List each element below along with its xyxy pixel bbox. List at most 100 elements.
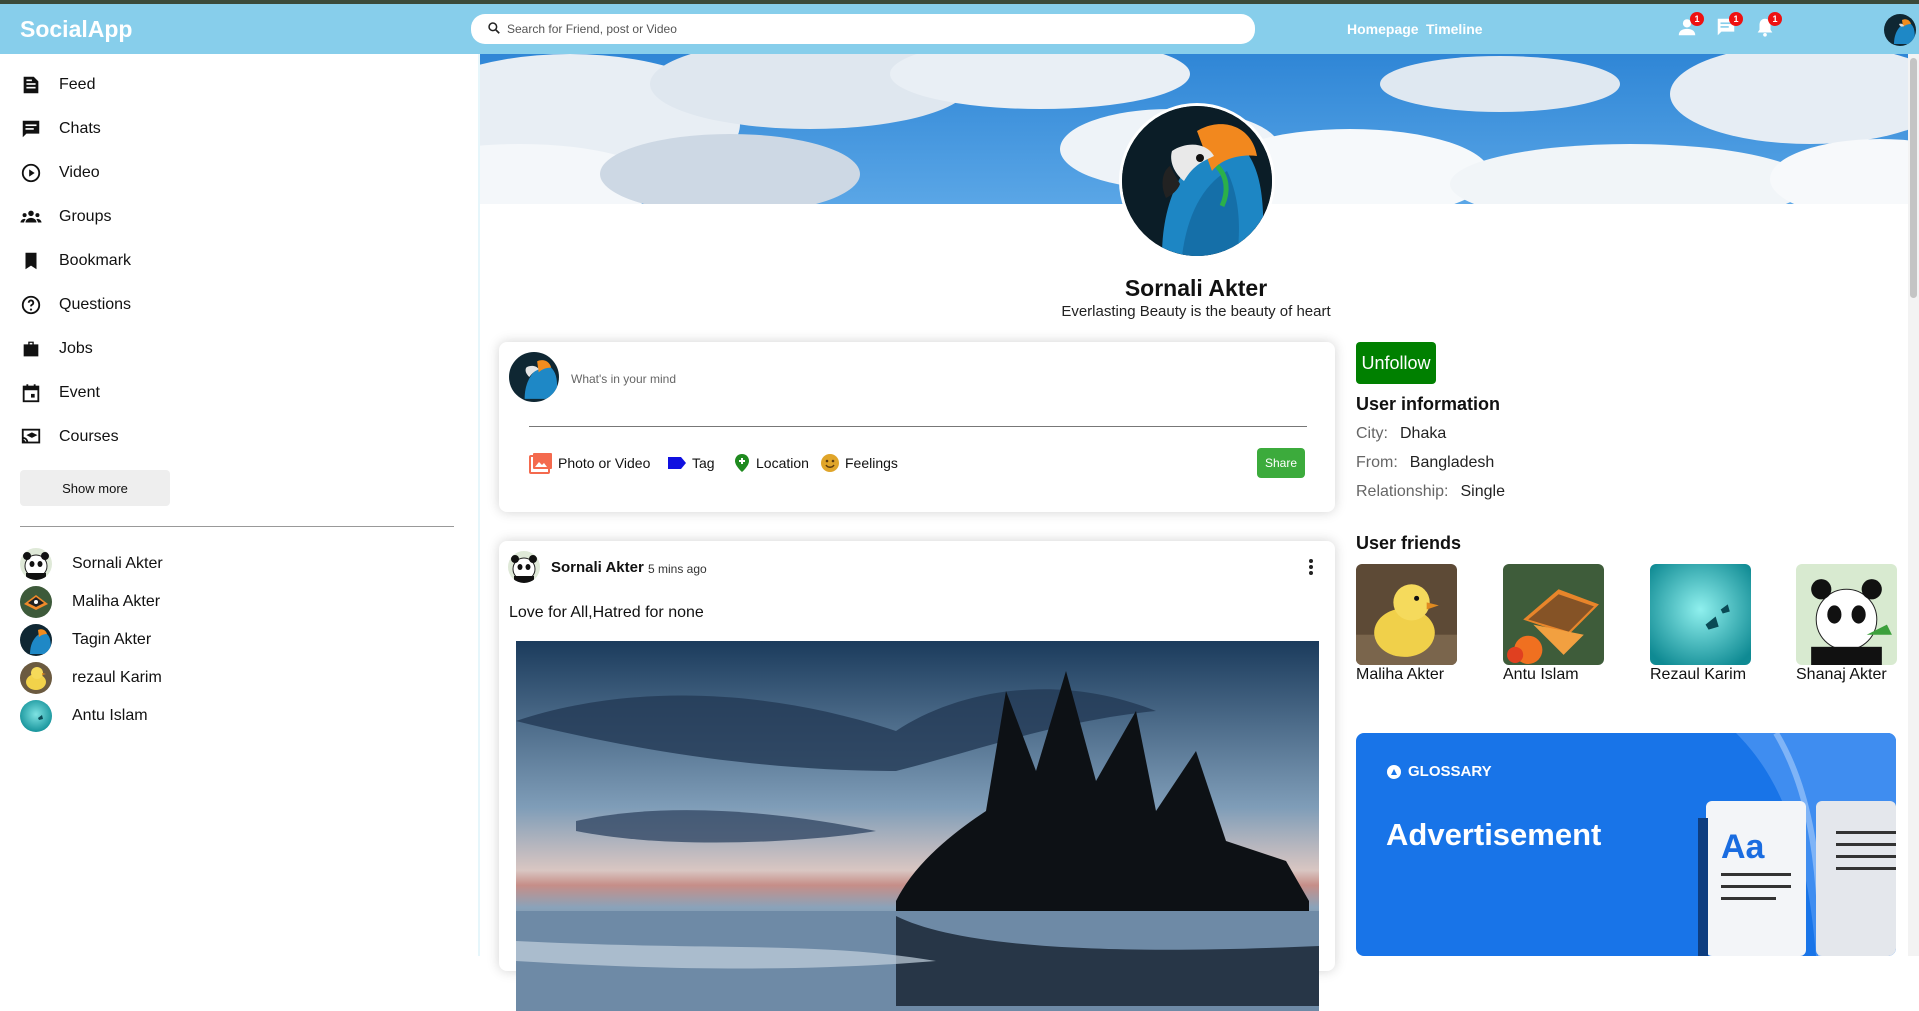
option-label: Tag: [692, 455, 715, 471]
sidebar-item-label: Jobs: [59, 340, 93, 357]
feed-icon: [23, 76, 39, 94]
sidebar-friend[interactable]: Sornali Akter: [20, 547, 163, 581]
chat-icon: [22, 120, 40, 138]
sidebar-item-chats[interactable]: Chats: [20, 116, 101, 142]
sidebar-item-jobs[interactable]: Jobs: [20, 336, 93, 362]
avatar: [20, 586, 52, 618]
info-value: Dhaka: [1400, 425, 1447, 442]
show-more-button[interactable]: Show more: [20, 470, 170, 506]
tag-option[interactable]: Tag: [667, 452, 715, 474]
topbar: SocialApp Homepage Timeline 1 1 1: [0, 4, 1919, 54]
play-circle-icon: [21, 163, 41, 183]
emoji-icon: [821, 454, 839, 472]
app-logo[interactable]: SocialApp: [20, 16, 132, 43]
user-friend-card[interactable]: Antu Islam: [1503, 564, 1633, 684]
friend-name: Rezaul Karim: [1650, 666, 1747, 683]
friend-photo: [1356, 564, 1457, 665]
nav-link-timeline[interactable]: Timeline: [1426, 21, 1483, 37]
notifications-button[interactable]: 1: [1754, 12, 1782, 42]
sidebar-friend[interactable]: rezaul Karim: [20, 661, 162, 695]
profile-description: Everlasting Beauty is the beauty of hear…: [1061, 303, 1331, 320]
sidebar-friend[interactable]: Maliha Akter: [20, 585, 160, 619]
friend-name: Tagin Akter: [72, 631, 152, 648]
post-text: Love for All,Hatred for none: [509, 604, 704, 621]
sidebar-divider: [20, 526, 454, 527]
unfollow-button[interactable]: Unfollow: [1356, 342, 1436, 384]
sidebar-item-label: Feed: [59, 76, 96, 93]
info-value: Single: [1460, 483, 1505, 500]
feelings-option[interactable]: Feelings: [820, 452, 898, 474]
profile-picture[interactable]: [1119, 103, 1275, 259]
info-row-relationship: Relationship: Single: [1356, 483, 1505, 501]
user-friend-card[interactable]: Rezaul Karim: [1650, 564, 1780, 684]
friend-name: Antu Islam: [72, 707, 148, 724]
sidebar-item-video[interactable]: Video: [20, 160, 100, 186]
option-label: Photo or Video: [558, 455, 651, 471]
sidebar-item-label: Courses: [59, 428, 119, 445]
friend-photo: [1503, 564, 1604, 665]
friend-name: Antu Islam: [1503, 666, 1579, 683]
messages-badge: 1: [1729, 12, 1743, 26]
left-sidebar: Feed Chats Video Groups Bookmark Questio…: [0, 54, 478, 956]
share-input[interactable]: [571, 372, 1071, 386]
sidebar-item-label: Groups: [59, 208, 112, 225]
photo-video-option[interactable]: Photo or Video: [529, 452, 650, 474]
ad-brand: GLOSSARY: [1386, 763, 1492, 780]
location-icon: [735, 454, 749, 472]
more-options-button[interactable]: [1303, 555, 1319, 579]
tag-icon: [668, 457, 686, 469]
bookmark-icon: [25, 252, 37, 270]
profile-name: Sornali Akter: [1124, 275, 1268, 301]
avatar: [20, 548, 52, 580]
friend-requests-button[interactable]: 1: [1676, 12, 1704, 42]
messages-button[interactable]: 1: [1715, 12, 1743, 42]
friend-photo: [1796, 564, 1897, 665]
nav-link-homepage[interactable]: Homepage: [1347, 21, 1419, 37]
briefcase-icon: [23, 341, 39, 357]
sidebar-item-label: Chats: [59, 120, 101, 137]
user-friend-card[interactable]: Maliha Akter: [1356, 564, 1486, 684]
glossary-logo-icon: [1387, 764, 1401, 779]
share-divider: [529, 426, 1307, 427]
sidebar-item-courses[interactable]: Courses: [20, 424, 119, 450]
groups-icon: [20, 210, 42, 223]
photo-icon: [529, 453, 552, 474]
current-user-avatar[interactable]: [1884, 14, 1916, 46]
friend-name: Sornali Akter: [72, 555, 163, 572]
sidebar-item-label: Event: [59, 384, 100, 401]
sidebar-item-groups[interactable]: Groups: [20, 204, 111, 230]
notifications-badge: 1: [1768, 12, 1782, 26]
calendar-icon: [22, 384, 40, 403]
share-button[interactable]: Share: [1257, 448, 1305, 478]
friend-requests-badge: 1: [1690, 12, 1704, 26]
school-icon: [21, 428, 41, 444]
info-key: Relationship:: [1356, 483, 1449, 500]
friend-name: Maliha Akter: [72, 593, 161, 610]
avatar[interactable]: [508, 551, 540, 583]
help-icon: [21, 295, 41, 315]
user-friends-title: User friends: [1356, 533, 1462, 553]
svg-text:Aa: Aa: [1721, 828, 1766, 866]
search-bar[interactable]: [471, 14, 1255, 44]
search-input[interactable]: [507, 19, 1227, 39]
location-option[interactable]: Location: [733, 452, 809, 474]
sidebar-item-feed[interactable]: Feed: [20, 72, 95, 98]
sidebar-item-questions[interactable]: Questions: [20, 292, 131, 318]
friend-name: Shanaj Akter: [1796, 666, 1887, 683]
sidebar-item-label: Bookmark: [59, 252, 132, 269]
avatar: [20, 662, 52, 694]
more-vertical-icon: [1309, 559, 1313, 575]
scrollbar-thumb[interactable]: [1910, 58, 1917, 298]
ad-title: Advertisement: [1386, 817, 1602, 852]
friend-name: Maliha Akter: [1356, 666, 1445, 683]
user-info-title: User information: [1356, 394, 1501, 414]
sidebar-friend[interactable]: Antu Islam: [20, 699, 148, 733]
user-friend-card[interactable]: Shanaj Akter: [1796, 564, 1919, 684]
info-row-city: City: Dhaka: [1356, 425, 1446, 443]
sidebar-item-bookmark[interactable]: Bookmark: [20, 248, 131, 274]
advertisement-banner[interactable]: Aa GLOSSARY Advertisement: [1356, 733, 1896, 956]
sidebar-item-event[interactable]: Event: [20, 380, 100, 406]
info-key: City:: [1356, 425, 1388, 442]
sidebar-friend[interactable]: Tagin Akter: [20, 623, 151, 657]
post-author[interactable]: Sornali Akter: [551, 559, 644, 576]
